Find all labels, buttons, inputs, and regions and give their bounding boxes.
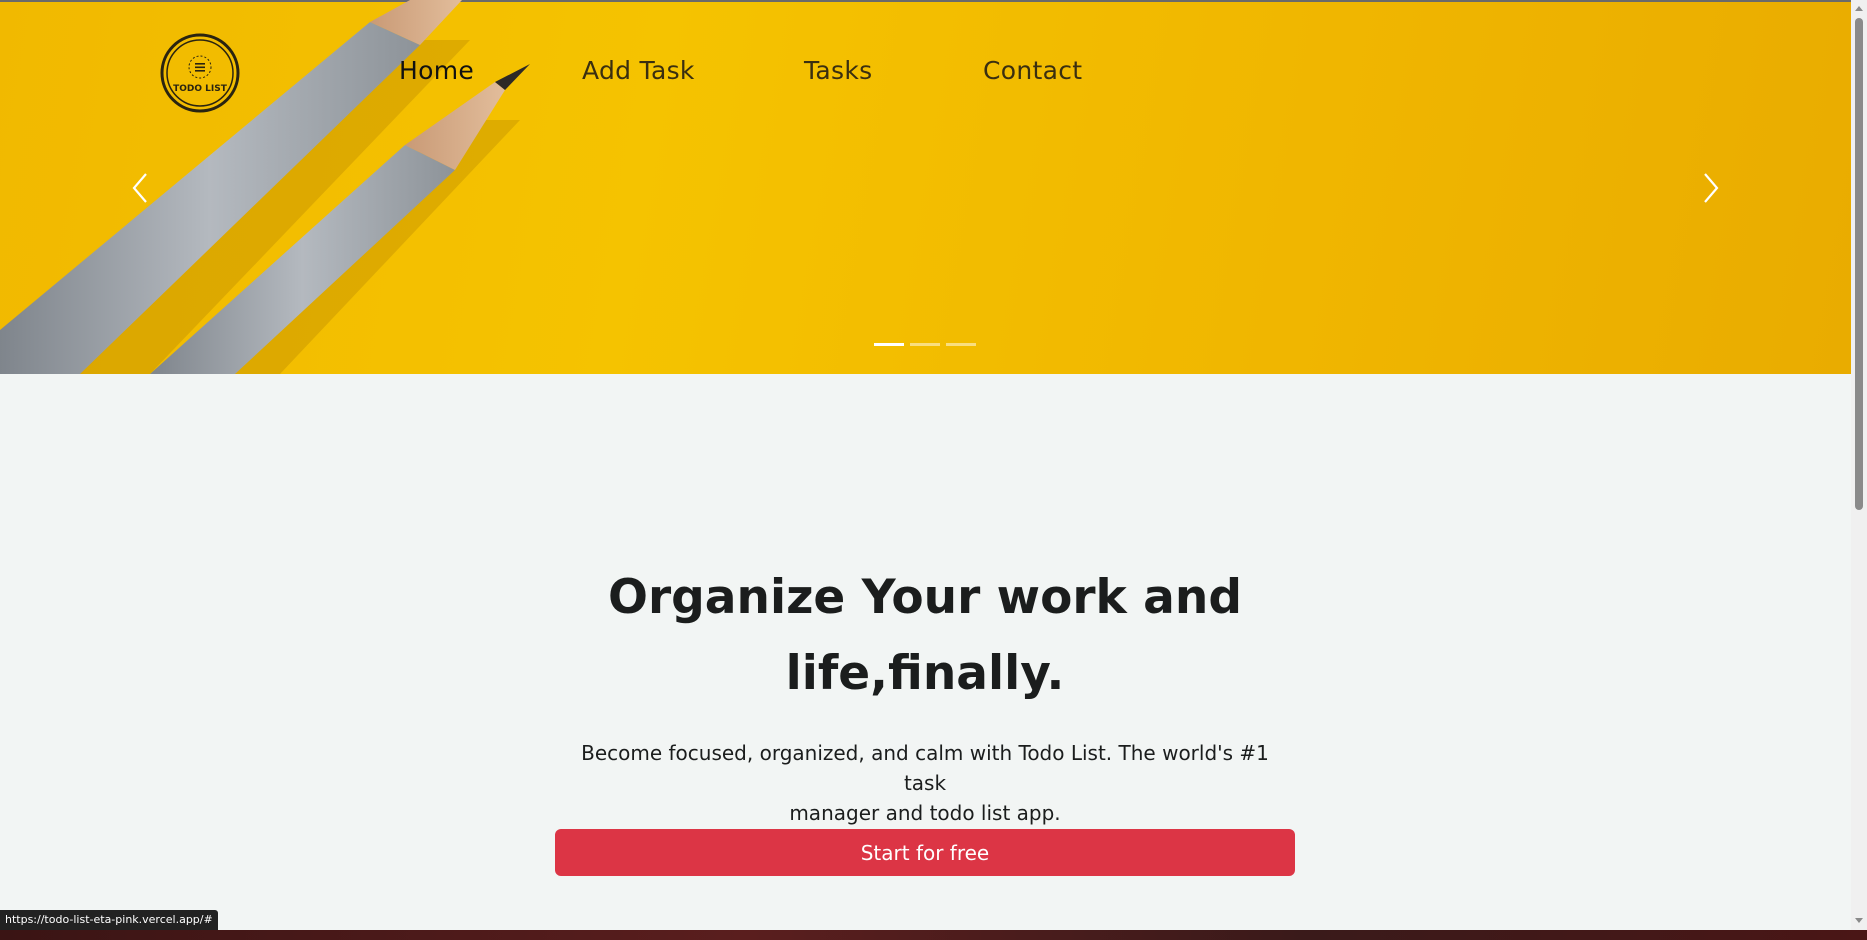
browser-viewport: TODO LIST Home Add Task Tasks Contact Or… [0, 0, 1851, 930]
carousel-indicator-1[interactable] [874, 343, 904, 346]
carousel-next-icon[interactable] [1699, 170, 1723, 206]
carousel-indicator-2[interactable] [910, 343, 940, 346]
scroll-up-icon[interactable] [1855, 6, 1863, 11]
headline-line-2: life,finally. [785, 646, 1065, 701]
nav-link-contact[interactable]: Contact [983, 56, 1082, 85]
nav-link-home[interactable]: Home [399, 56, 474, 85]
os-taskbar [0, 930, 1867, 940]
carousel-indicators [874, 343, 976, 347]
scrollbar-thumb[interactable] [1855, 18, 1863, 510]
start-for-free-button[interactable]: Start for free [555, 829, 1295, 876]
hero-carousel: TODO LIST Home Add Task Tasks Contact [0, 0, 1851, 374]
todo-list-logo[interactable]: TODO LIST [160, 33, 240, 113]
logo-text: TODO LIST [173, 84, 228, 94]
status-bar-url: https://todo-list-eta-pink.vercel.app/# [0, 910, 218, 930]
carousel-prev-icon[interactable] [128, 170, 152, 206]
subtext-line-1: Become focused, organized, and calm with… [581, 741, 1269, 795]
nav-link-add-task[interactable]: Add Task [582, 56, 695, 85]
nav-link-tasks[interactable]: Tasks [804, 56, 872, 85]
vertical-scrollbar[interactable] [1851, 0, 1867, 930]
pencils-image [0, 0, 530, 374]
hero-headline: Organize Your work and life,finally. [500, 560, 1350, 712]
carousel-indicator-3[interactable] [946, 343, 976, 346]
hero-subtext: Become focused, organized, and calm with… [560, 738, 1290, 828]
scroll-down-icon[interactable] [1855, 918, 1863, 923]
headline-line-1: Organize Your work and [608, 570, 1242, 625]
subtext-line-2: manager and todo list app. [789, 801, 1061, 825]
